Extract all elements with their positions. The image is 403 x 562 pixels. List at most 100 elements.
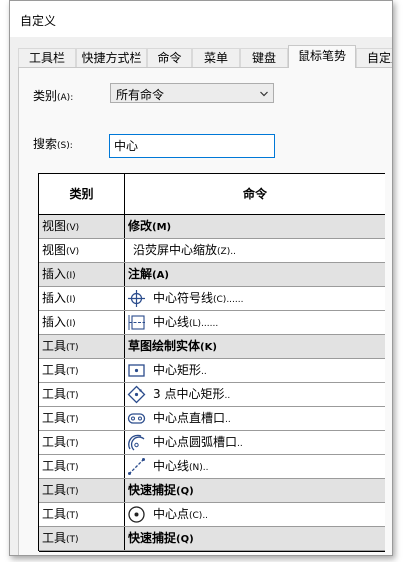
- category-select-value: 所有命令: [116, 88, 165, 102]
- centerline-icon: [127, 313, 146, 332]
- command-shortcut: (K): [200, 342, 217, 353]
- tab-mouse-gestures[interactable]: 鼠标笔势: [288, 45, 356, 68]
- command-shortcut: (M): [152, 222, 172, 233]
- category-text: 工具: [42, 483, 67, 497]
- customize-dialog: 自定义 工具栏 快捷方式栏 命令 菜单 键盘 鼠标笔势 自定义 类别(A): 所…: [9, 0, 393, 556]
- category-text: 工具: [42, 435, 67, 449]
- category-cell: 工具(T): [39, 527, 125, 550]
- three-point-center-rectangle-icon: [127, 385, 146, 404]
- command-cell: 中心线(L)......: [125, 311, 385, 334]
- mouse-gestures-panel: 类别(A): 所有命令 搜索(S): 类别 命令 视图(V)修改(M)视图(V)…: [18, 67, 392, 555]
- category-shortcut: (T): [66, 391, 79, 401]
- table-header: 类别 命令: [39, 174, 385, 215]
- command-cell: 沿荧屏中心缩放(Z)..: [125, 239, 385, 262]
- category-shortcut: (V): [66, 223, 80, 233]
- command-cell: 修改(M): [125, 215, 385, 238]
- center-mark-icon: [127, 289, 146, 308]
- command-text: 沿荧屏中心缩放: [133, 243, 218, 257]
- category-shortcut: (I): [66, 271, 76, 281]
- command-cell: 中心线(N)..: [125, 455, 385, 478]
- category-text: 视图: [42, 219, 67, 233]
- command-cell: 中心符号线(C)......: [125, 287, 385, 310]
- tab-commands[interactable]: 命令: [147, 48, 192, 67]
- category-shortcut: (I): [66, 295, 76, 305]
- category-shortcut: (T): [66, 511, 79, 521]
- command-cell: 快速捕捉(Q): [125, 527, 385, 550]
- category-cell: 插入(I): [39, 311, 125, 334]
- tab-keyboard[interactable]: 键盘: [240, 48, 288, 67]
- category-cell: 工具(T): [39, 359, 125, 382]
- category-cell: 工具(T): [39, 455, 125, 478]
- command-cell: 3 点中心矩形..: [125, 383, 385, 406]
- category-shortcut: (T): [66, 343, 79, 353]
- category-cell: 插入(I): [39, 287, 125, 310]
- command-shortcut: (L)......: [189, 319, 219, 329]
- table-group-row[interactable]: 工具(T) 快速捕捉(Q): [39, 527, 385, 551]
- table-group-row[interactable]: 工具(T) 快速捕捉(Q): [39, 479, 385, 503]
- command-shortcut: (Q): [176, 486, 194, 497]
- command-cell: 中心矩形..: [125, 359, 385, 382]
- table-row[interactable]: 插入(I) 中心线(L)......: [39, 311, 385, 335]
- table-group-row[interactable]: 视图(V) 修改(M): [39, 215, 385, 239]
- table-row[interactable]: 工具(T) 中心点圆弧槽口..: [39, 431, 385, 455]
- category-cell: 工具(T): [39, 479, 125, 502]
- title-bar[interactable]: 自定义: [10, 1, 392, 37]
- table-row[interactable]: 工具(T) 中心线(N)..: [39, 455, 385, 479]
- category-shortcut: (T): [66, 463, 79, 473]
- table-row[interactable]: 视图(V) 沿荧屏中心缩放(Z)..: [39, 239, 385, 263]
- window-title: 自定义: [20, 14, 57, 28]
- command-shortcut: ..: [201, 367, 207, 377]
- tab-customization[interactable]: 自定义: [356, 48, 392, 67]
- category-cell: 工具(T): [39, 383, 125, 406]
- tab-menus[interactable]: 菜单: [192, 48, 240, 67]
- table-row[interactable]: 工具(T) 中心矩形..: [39, 359, 385, 383]
- category-select[interactable]: 所有命令: [110, 83, 274, 103]
- table-group-row[interactable]: 插入(I) 注解(A): [39, 263, 385, 287]
- command-cell: 注解(A): [125, 263, 385, 286]
- category-shortcut: (T): [66, 535, 79, 545]
- category-cell: 工具(T): [39, 335, 125, 358]
- command-shortcut: ..: [224, 391, 231, 401]
- command-cell: 快速捕捉(Q): [125, 479, 385, 502]
- command-shortcut: (N)..: [189, 463, 209, 473]
- command-text: 中心点直槽口: [153, 411, 226, 425]
- table-row[interactable]: 工具(T) 中心点直槽口..: [39, 407, 385, 431]
- search-input[interactable]: [114, 136, 264, 154]
- command-shortcut: ..: [225, 415, 231, 425]
- command-shortcut: (C)......: [213, 295, 244, 305]
- category-cell: 工具(T): [39, 503, 125, 526]
- command-cell: 草图绘制实体(K): [125, 335, 385, 358]
- category-shortcut: (I): [66, 319, 76, 329]
- table-row[interactable]: 插入(I) 中心符号线(C)......: [39, 287, 385, 311]
- category-shortcut: (T): [66, 439, 79, 449]
- header-category[interactable]: 类别: [39, 174, 125, 214]
- category-cell: 视图(V): [39, 215, 125, 238]
- command-text: 快速捕捉: [128, 531, 177, 545]
- command-shortcut: ..: [237, 439, 243, 449]
- command-shortcut: (A): [152, 270, 169, 281]
- table-group-row[interactable]: 工具(T) 草图绘制实体(K): [39, 335, 385, 359]
- category-text: 工具: [42, 507, 67, 521]
- tab-toolbars[interactable]: 工具栏: [18, 48, 76, 67]
- tab-strip: 工具栏 快捷方式栏 命令 菜单 键盘 鼠标笔势 自定义: [10, 45, 392, 68]
- center-point-icon: [127, 505, 146, 524]
- command-shortcut: (Z)..: [217, 247, 236, 257]
- table-row[interactable]: 工具(T) 中心点(C)..: [39, 503, 385, 527]
- command-text: 中心点: [153, 507, 190, 521]
- category-cell: 工具(T): [39, 407, 125, 430]
- category-cell: 插入(I): [39, 263, 125, 286]
- category-text: 插入: [42, 315, 67, 329]
- arc-slot-icon: [127, 433, 146, 452]
- table-row[interactable]: 工具(T) 3 点中心矩形..: [39, 383, 385, 407]
- category-shortcut: (T): [66, 415, 79, 425]
- chevron-down-icon: [260, 91, 268, 97]
- command-shortcut: (C)..: [189, 511, 209, 521]
- category-text: 工具: [42, 363, 67, 377]
- category-text: 视图: [42, 243, 67, 257]
- header-command[interactable]: 命令: [125, 174, 385, 214]
- commands-table: 类别 命令 视图(V) 修改(M) 视图(V) 沿荧屏中心缩放(Z).. 插入(I) 注解…: [38, 173, 385, 552]
- command-cell: 中心点直槽口..: [125, 407, 385, 430]
- tab-shortcut-bars[interactable]: 快捷方式栏: [76, 48, 147, 67]
- search-field[interactable]: [109, 134, 275, 158]
- search-label: 搜索(S):: [33, 137, 73, 151]
